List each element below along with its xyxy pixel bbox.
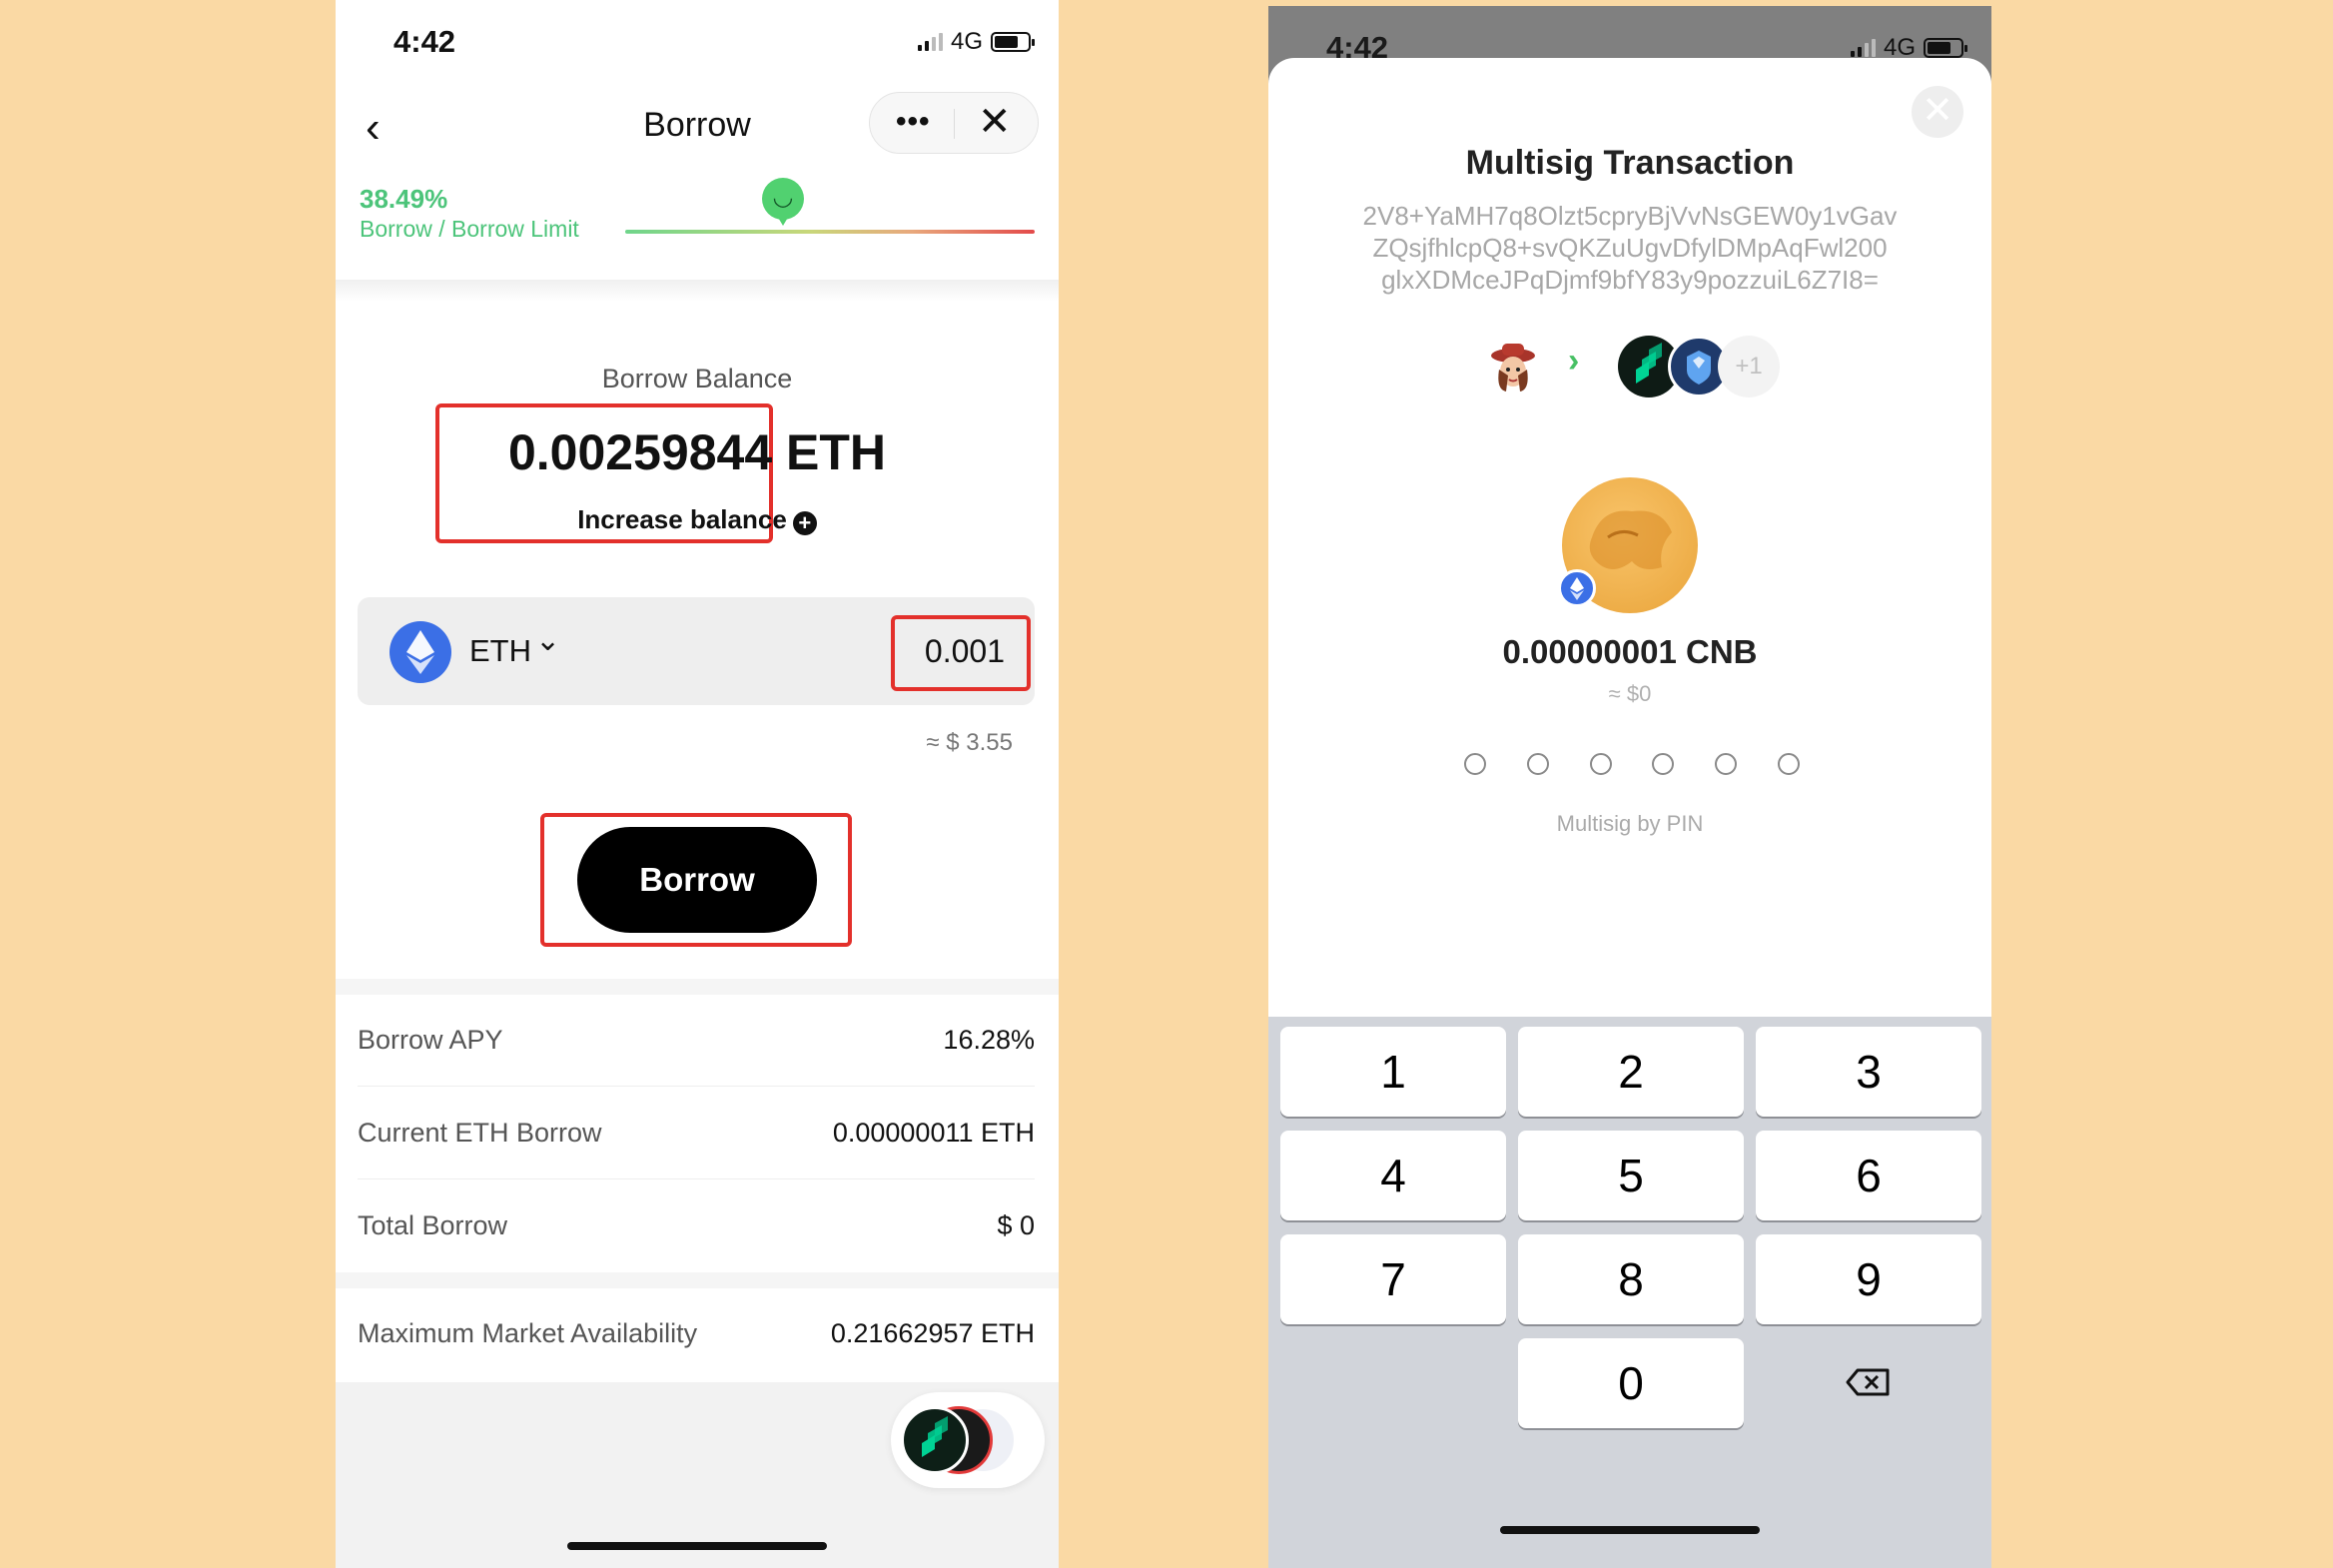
- key-7[interactable]: 7: [1280, 1234, 1506, 1324]
- battery-icon: [1924, 38, 1967, 58]
- multisig-screen: 4:42 4G ✕ Multisig Transaction 2V8+YaMH7…: [1268, 6, 1991, 1568]
- increase-balance-link[interactable]: Increase balance +: [336, 504, 1059, 535]
- signal-icon: [917, 33, 943, 51]
- key-2[interactable]: 2: [1518, 1027, 1744, 1117]
- sender-avatar: [1486, 340, 1540, 393]
- usd-estimate: ≈ $ 3.55: [926, 729, 1013, 756]
- pin-dot: [1715, 753, 1738, 775]
- signal-icon: [1850, 39, 1876, 57]
- borrow-button[interactable]: Borrow: [577, 827, 817, 933]
- increase-balance-label: Increase balance: [577, 504, 787, 534]
- borrow-limit-label: Borrow / Borrow Limit: [360, 216, 579, 242]
- stat-value: 0.00000011 ETH: [832, 1118, 1035, 1148]
- key-0[interactable]: 0: [1518, 1338, 1744, 1428]
- pin-dot: [1526, 753, 1549, 775]
- stat-label: Borrow APY: [358, 1025, 503, 1055]
- numeric-keypad: 1 2 3 4 5 6 7 8 9 0: [1268, 1017, 1991, 1568]
- ethereum-icon: [389, 621, 451, 683]
- highlight-box-amount: [891, 615, 1031, 691]
- pin-dot: [1652, 753, 1675, 775]
- stat-value: 16.28%: [943, 1025, 1035, 1055]
- close-icon[interactable]: ✕: [978, 99, 1012, 145]
- asset-selector[interactable]: ETH: [469, 633, 531, 669]
- key-3[interactable]: 3: [1756, 1027, 1981, 1117]
- borrow-balance-value: 0.00259844 ETH: [507, 424, 887, 480]
- key-8[interactable]: 8: [1518, 1234, 1744, 1324]
- transaction-hash: 2V8+YaMH7q8Olzt5cpryBjVvNsGEW0y1vGav ZQs…: [1362, 201, 1898, 295]
- key-5[interactable]: 5: [1518, 1131, 1744, 1220]
- network-label: 4G: [950, 28, 983, 55]
- transfer-usd-estimate: ≈ $0: [1608, 681, 1652, 706]
- stat-value: $ 0: [997, 1210, 1035, 1240]
- stat-row-apy: Borrow APY 16.28%: [358, 995, 1035, 1087]
- more-icon[interactable]: •••: [896, 105, 931, 139]
- pin-dot: [1589, 753, 1612, 775]
- status-bar: 4:42 4G: [336, 0, 1059, 80]
- pin-dot: [1464, 753, 1486, 775]
- home-indicator: [567, 1542, 827, 1550]
- stat-value: 0.21662957 ETH: [830, 1318, 1035, 1348]
- miniapp-capsule: ••• ✕: [869, 92, 1039, 154]
- stat-row-market-availability: Maximum Market Availability 0.21662957 E…: [358, 1288, 1035, 1380]
- ethereum-chain-badge-icon: [1558, 569, 1596, 607]
- battery-icon: [991, 32, 1035, 52]
- key-1[interactable]: 1: [1280, 1027, 1506, 1117]
- arrow-right-icon: ›: [1568, 342, 1580, 380]
- close-icon[interactable]: ✕: [1912, 86, 1963, 138]
- stat-row-current-borrow: Current ETH Borrow 0.00000011 ETH: [358, 1088, 1035, 1179]
- pin-caption: Multisig by PIN: [1556, 811, 1704, 836]
- backspace-icon[interactable]: [1756, 1338, 1981, 1428]
- home-indicator: [1500, 1526, 1760, 1534]
- key-4[interactable]: 4: [1280, 1131, 1506, 1220]
- stat-label: Current ETH Borrow: [358, 1118, 602, 1148]
- pin-input[interactable]: [1464, 753, 1800, 781]
- borrow-limit-bar: [625, 230, 1035, 234]
- key-9[interactable]: 9: [1756, 1234, 1981, 1324]
- plus-circle-icon: +: [792, 511, 817, 535]
- chevron-down-icon[interactable]: ⌄: [535, 623, 560, 658]
- token-switcher-button[interactable]: [891, 1392, 1045, 1488]
- borrow-screen: 4:42 4G ‹ Borrow ••• ✕ 38.49% Borrow / B…: [336, 0, 1059, 1568]
- status-time: 4:42: [393, 24, 456, 59]
- signers-more-badge: +1: [1718, 336, 1780, 397]
- stat-label: Total Borrow: [358, 1210, 508, 1240]
- pin-dot: [1777, 753, 1800, 775]
- sheet-title: Multisig Transaction: [1465, 144, 1795, 182]
- smiley-icon: ◡: [761, 178, 804, 226]
- transfer-amount: 0.00000001 CNB: [1502, 633, 1758, 670]
- stat-row-total-borrow: Total Borrow $ 0: [358, 1180, 1035, 1272]
- borrow-balance-label: Borrow Balance: [601, 364, 793, 393]
- compound-icon: [901, 1406, 969, 1474]
- key-6[interactable]: 6: [1756, 1131, 1981, 1220]
- borrow-limit-percent: 38.49%: [360, 184, 448, 214]
- stat-label: Maximum Market Availability: [358, 1318, 698, 1348]
